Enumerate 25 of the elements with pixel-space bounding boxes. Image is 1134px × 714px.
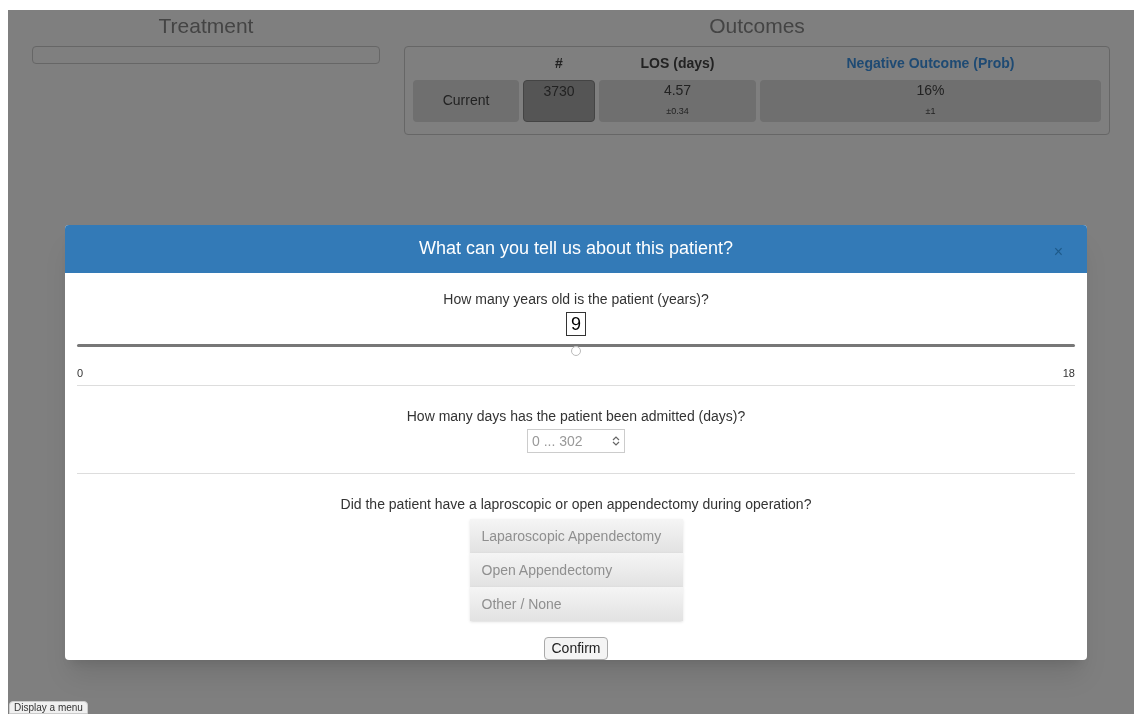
question-text: Did the patient have a laproscopic or open appendectomy during operation? bbox=[340, 495, 812, 514]
days-input-field[interactable]: 0 ... 302 bbox=[527, 429, 625, 453]
age-slider[interactable] bbox=[77, 343, 1075, 357]
dialog-title: What can you tell us about this patient? bbox=[418, 237, 734, 261]
slider-thumb[interactable] bbox=[571, 345, 581, 356]
option-button[interactable]: Open Appendectomy bbox=[469, 553, 683, 587]
column-header: Negative Outcome (Prob) bbox=[845, 53, 1016, 73]
stepper-icon[interactable] bbox=[612, 435, 620, 447]
menu-button[interactable]: Display a menu bbox=[9, 701, 88, 714]
option-button[interactable]: Laparoscopic Appendectomy bbox=[469, 519, 683, 553]
column-header: # bbox=[554, 53, 564, 73]
column-header: LOS (days) bbox=[639, 53, 716, 73]
question-text: How many days has the patient been admitted (days)? bbox=[406, 407, 746, 426]
confirm-button[interactable]: Confirm bbox=[544, 637, 608, 660]
slider-max-label: 18 bbox=[1062, 365, 1075, 381]
probability-cell: 16% ±1 bbox=[760, 79, 1101, 122]
option-button[interactable]: Other / None bbox=[469, 587, 683, 621]
section-title: Treatment bbox=[157, 13, 255, 39]
los-cell: 4.57 ±0.34 bbox=[599, 79, 756, 122]
row-label: Current bbox=[413, 79, 519, 122]
close-button[interactable]: × bbox=[1053, 244, 1063, 260]
section-title: Outcomes bbox=[708, 13, 806, 39]
question-text: How many years old is the patient (years)? bbox=[443, 289, 709, 309]
slider-min-label: 0 bbox=[77, 365, 84, 381]
age-value: 9 bbox=[566, 311, 586, 336]
